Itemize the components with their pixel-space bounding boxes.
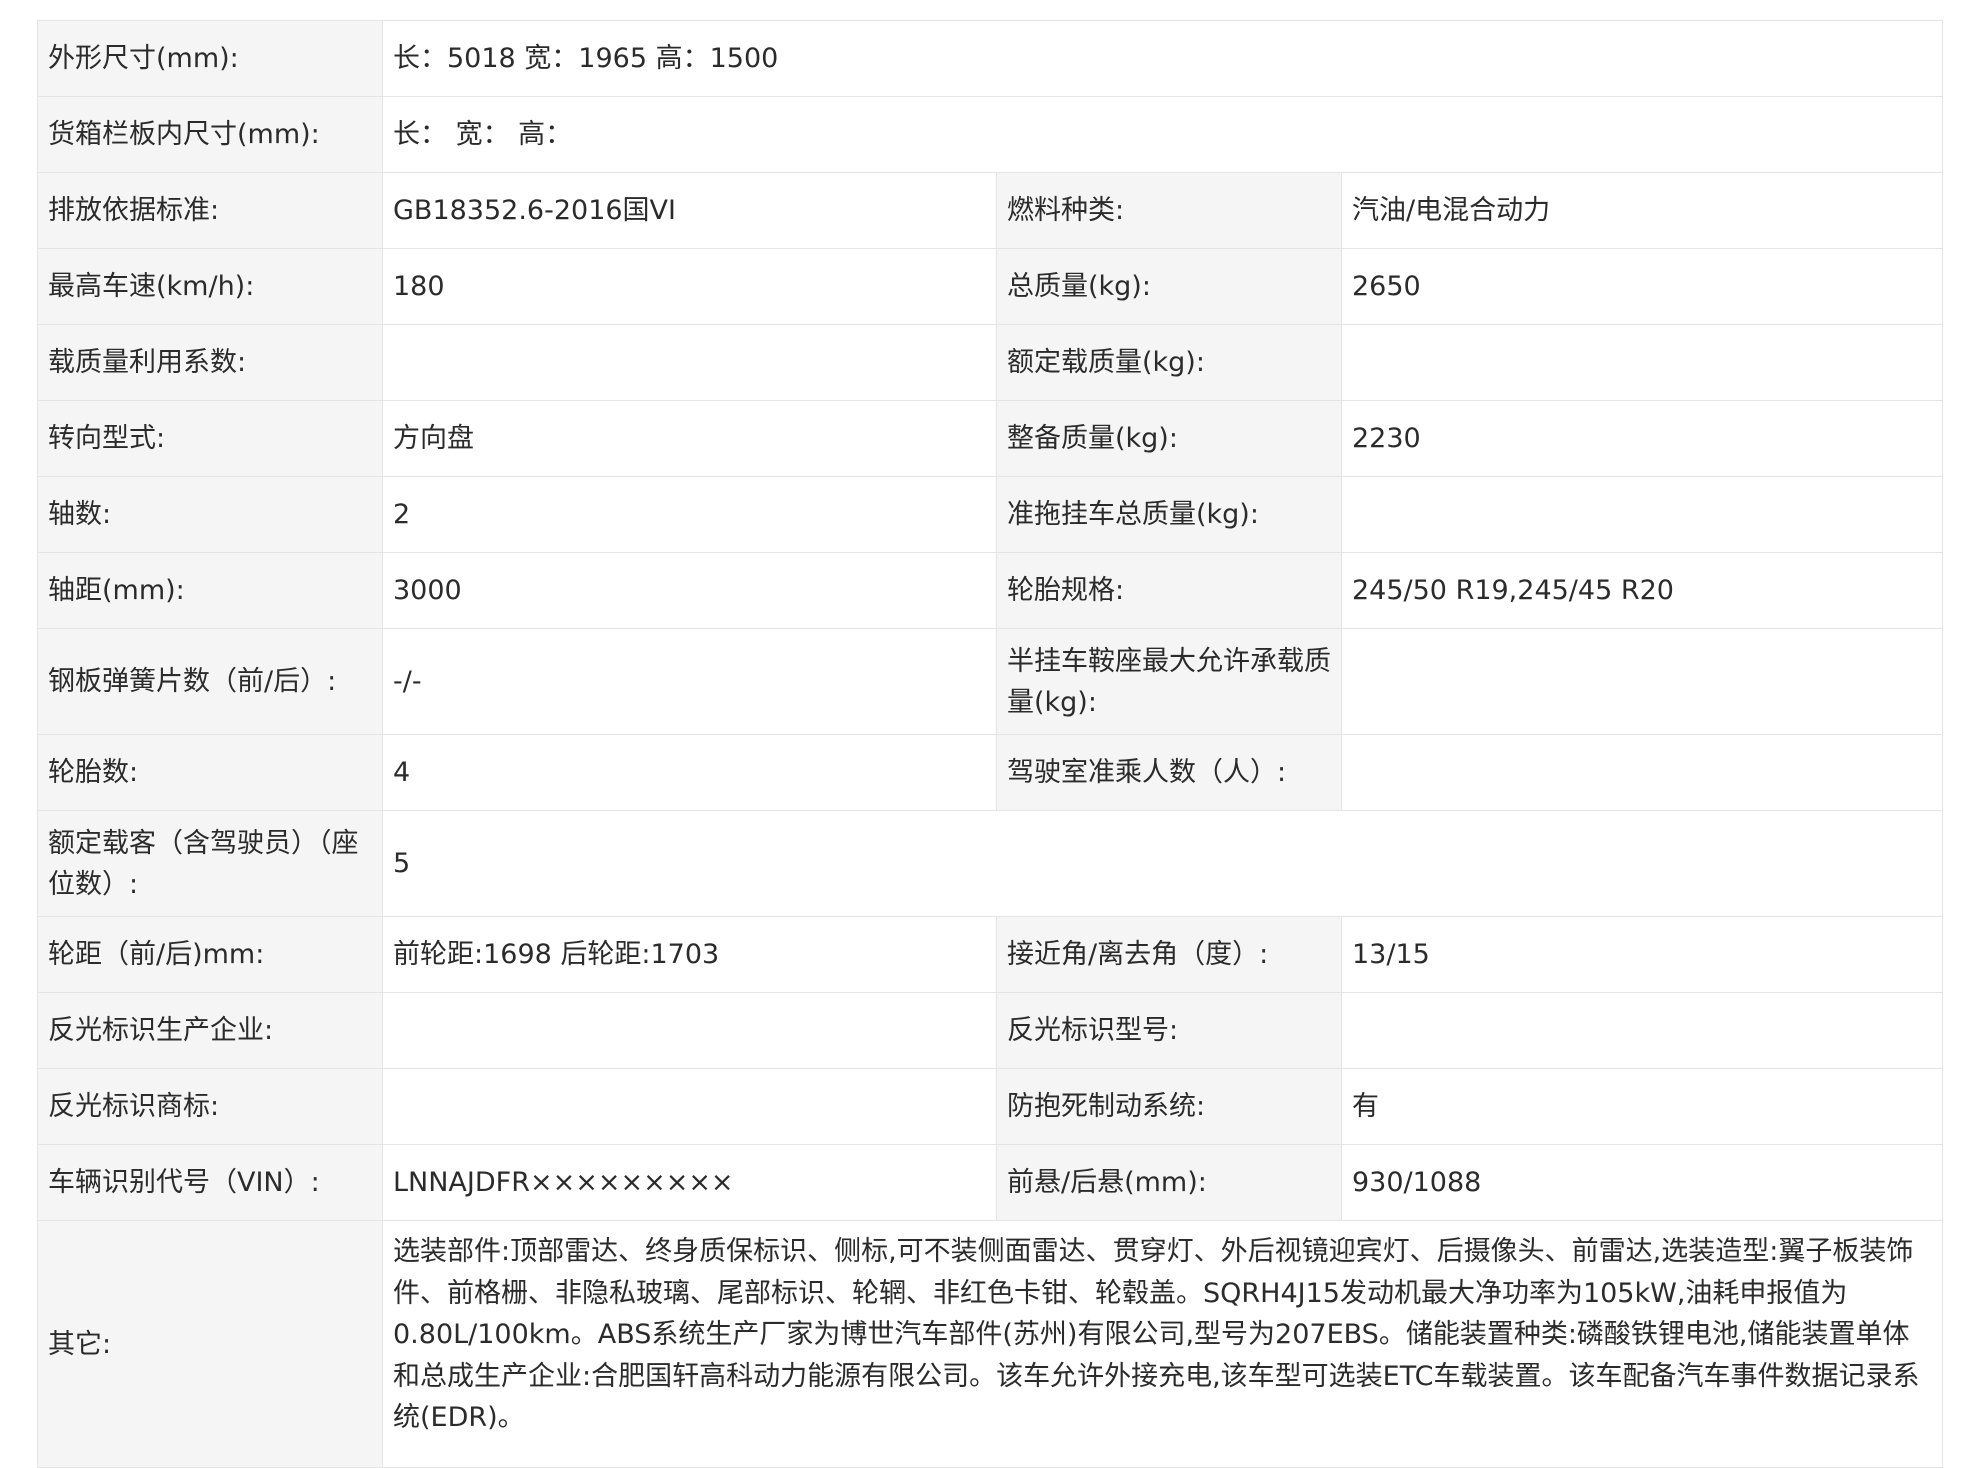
- value-max-speed: 180: [382, 248, 997, 325]
- value-seat-count: 5: [382, 810, 1943, 917]
- label-reflector-brand: 反光标识商标:: [37, 1068, 383, 1145]
- label-other: 其它:: [37, 1220, 383, 1468]
- row-springs: 钢板弹簧片数（前/后）: -/- 半挂车鞍座最大允许承载质量(kg):: [37, 628, 1943, 735]
- value-overhang: 930/1088: [1341, 1144, 1943, 1221]
- value-total-mass: 2650: [1341, 248, 1943, 325]
- value-saddle-load: [1341, 628, 1943, 735]
- label-overhang: 前悬/后悬(mm):: [996, 1144, 1342, 1221]
- row-cargo-dimensions: 货箱栏板内尺寸(mm): 长： 宽： 高：: [37, 96, 1943, 173]
- value-reflector-model: [1341, 992, 1943, 1069]
- value-tire-count: 4: [382, 734, 997, 811]
- label-wheelbase: 轴距(mm):: [37, 552, 383, 629]
- label-rated-load: 额定载质量(kg):: [996, 324, 1342, 401]
- label-trailer-mass: 准拖挂车总质量(kg):: [996, 476, 1342, 553]
- value-load-factor: [382, 324, 997, 401]
- value-cargo-dimensions: 长： 宽： 高：: [382, 96, 1943, 173]
- value-axle-count: 2: [382, 476, 997, 553]
- label-steering-type: 转向型式:: [37, 400, 383, 477]
- row-steering: 转向型式: 方向盘 整备质量(kg): 2230: [37, 400, 1943, 477]
- value-leaf-springs: -/-: [382, 628, 997, 735]
- value-tire-spec: 245/50 R19,245/45 R20: [1341, 552, 1943, 629]
- row-speed: 最高车速(km/h): 180 总质量(kg): 2650: [37, 248, 1943, 325]
- value-fuel-type: 汽油/电混合动力: [1341, 172, 1943, 249]
- label-total-mass: 总质量(kg):: [996, 248, 1342, 325]
- label-cargo-dimensions: 货箱栏板内尺寸(mm):: [37, 96, 383, 173]
- label-curb-mass: 整备质量(kg):: [996, 400, 1342, 477]
- value-approach-departure: 13/15: [1341, 916, 1943, 993]
- value-vin: LNNAJDFR×××××××××: [382, 1144, 997, 1221]
- row-dimensions: 外形尺寸(mm): 长：5018 宽：1965 高：1500: [37, 20, 1943, 97]
- label-approach-departure: 接近角/离去角（度）:: [996, 916, 1342, 993]
- value-curb-mass: 2230: [1341, 400, 1943, 477]
- label-saddle-load: 半挂车鞍座最大允许承载质量(kg):: [996, 628, 1342, 735]
- value-trailer-mass: [1341, 476, 1943, 553]
- label-abs: 防抱死制动系统:: [996, 1068, 1342, 1145]
- vehicle-spec-sheet: 外形尺寸(mm): 长：5018 宽：1965 高：1500 货箱栏板内尺寸(m…: [37, 20, 1943, 1468]
- label-axle-count: 轴数:: [37, 476, 383, 553]
- row-axles: 轴数: 2 准拖挂车总质量(kg):: [37, 476, 1943, 553]
- label-fuel-type: 燃料种类:: [996, 172, 1342, 249]
- label-cab-occupants: 驾驶室准乘人数（人）:: [996, 734, 1342, 811]
- label-load-factor: 载质量利用系数:: [37, 324, 383, 401]
- row-seats: 额定载客（含驾驶员）（座位数）: 5: [37, 810, 1943, 917]
- row-load-factor: 载质量利用系数: 额定载质量(kg):: [37, 324, 1943, 401]
- label-reflector-model: 反光标识型号:: [996, 992, 1342, 1069]
- label-seat-count: 额定载客（含驾驶员）（座位数）:: [37, 810, 383, 917]
- row-reflector-brand: 反光标识商标: 防抱死制动系统: 有: [37, 1068, 1943, 1145]
- value-dimensions: 长：5018 宽：1965 高：1500: [382, 20, 1943, 97]
- label-tire-count: 轮胎数:: [37, 734, 383, 811]
- value-reflector-maker: [382, 992, 997, 1069]
- row-track: 轮距（前/后)mm: 前轮距:1698 后轮距:1703 接近角/离去角（度）:…: [37, 916, 1943, 993]
- value-cab-occupants: [1341, 734, 1943, 811]
- value-track-width: 前轮距:1698 后轮距:1703: [382, 916, 997, 993]
- label-emission-standard: 排放依据标准:: [37, 172, 383, 249]
- row-other: 其它: 选装部件:顶部雷达、终身质保标识、侧标,可不装侧面雷达、贯穿灯、外后视镜…: [37, 1220, 1943, 1468]
- row-wheelbase: 轴距(mm): 3000 轮胎规格: 245/50 R19,245/45 R20: [37, 552, 1943, 629]
- spec-table: 外形尺寸(mm): 长：5018 宽：1965 高：1500 货箱栏板内尺寸(m…: [37, 20, 1943, 1468]
- value-wheelbase: 3000: [382, 552, 997, 629]
- row-vin: 车辆识别代号（VIN）: LNNAJDFR××××××××× 前悬/后悬(mm)…: [37, 1144, 1943, 1221]
- label-tire-spec: 轮胎规格:: [996, 552, 1342, 629]
- value-abs: 有: [1341, 1068, 1943, 1145]
- value-emission-standard: GB18352.6-2016国VI: [382, 172, 997, 249]
- row-tires: 轮胎数: 4 驾驶室准乘人数（人）:: [37, 734, 1943, 811]
- value-reflector-brand: [382, 1068, 997, 1145]
- label-reflector-maker: 反光标识生产企业:: [37, 992, 383, 1069]
- row-reflector-maker: 反光标识生产企业: 反光标识型号:: [37, 992, 1943, 1069]
- value-rated-load: [1341, 324, 1943, 401]
- row-emission: 排放依据标准: GB18352.6-2016国VI 燃料种类: 汽油/电混合动力: [37, 172, 1943, 249]
- label-vin: 车辆识别代号（VIN）:: [37, 1144, 383, 1221]
- label-track-width: 轮距（前/后)mm:: [37, 916, 383, 993]
- label-dimensions: 外形尺寸(mm):: [37, 20, 383, 97]
- value-steering-type: 方向盘: [382, 400, 997, 477]
- value-other: 选装部件:顶部雷达、终身质保标识、侧标,可不装侧面雷达、贯穿灯、外后视镜迎宾灯、…: [382, 1220, 1943, 1468]
- label-leaf-springs: 钢板弹簧片数（前/后）:: [37, 628, 383, 735]
- label-max-speed: 最高车速(km/h):: [37, 248, 383, 325]
